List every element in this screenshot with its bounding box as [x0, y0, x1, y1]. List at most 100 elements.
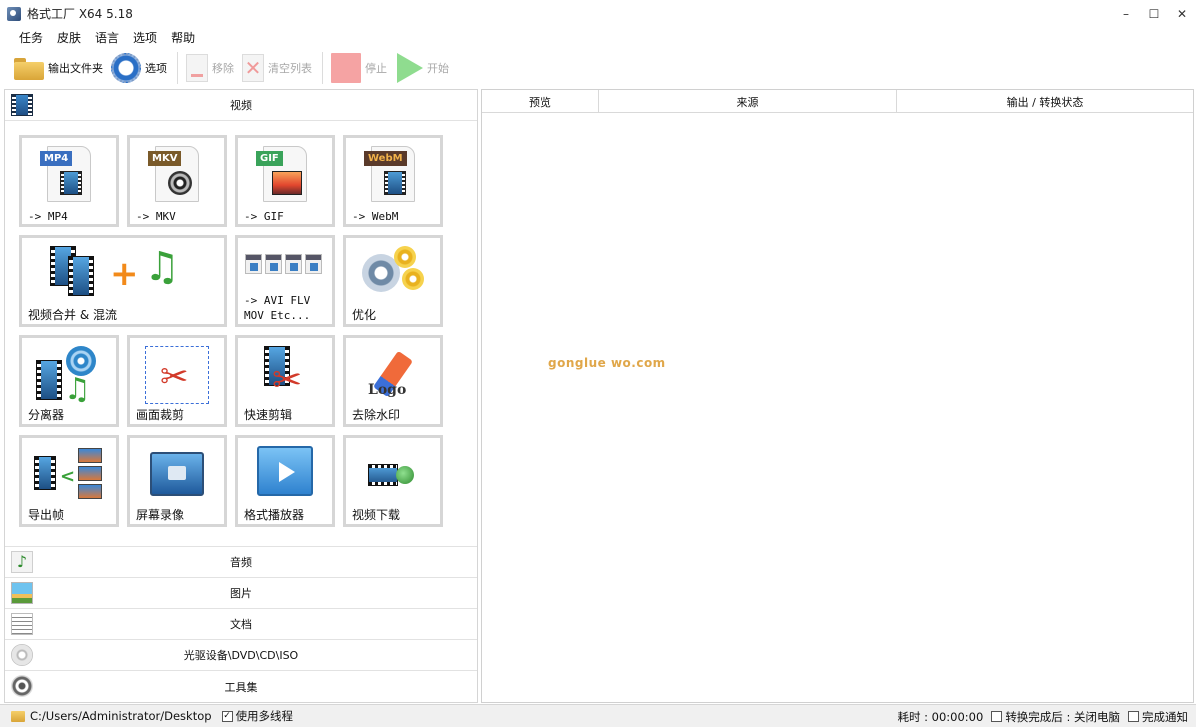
folder-icon[interactable] — [11, 710, 25, 722]
watermark-text: gonglue wo.com — [548, 356, 666, 370]
column-preview[interactable]: 预览 — [482, 90, 599, 113]
menu-options[interactable]: 选项 — [126, 29, 164, 46]
window-controls: – ☐ ✕ — [1112, 0, 1196, 27]
tile-screen-record[interactable]: 屏幕录像 — [127, 435, 227, 527]
menu-task[interactable]: 任务 — [12, 29, 50, 46]
tile-optimize[interactable]: 优化 — [343, 235, 443, 327]
tile-crop[interactable]: ✂ 画面裁剪 — [127, 335, 227, 427]
webm-file-icon: WebM — [364, 146, 415, 202]
logo-text: Logo — [368, 382, 407, 398]
tile-remove-watermark[interactable]: Logo 去除水印 — [343, 335, 443, 427]
task-list-panel[interactable]: 预览 来源 输出 / 转换状态 gonglue wo.com — [481, 89, 1194, 703]
mp4-badge: MP4 — [40, 151, 73, 166]
tile-quick-cut[interactable]: ✂ 快速剪辑 — [235, 335, 335, 427]
category-rom-device[interactable]: 光驱设备\DVD\CD\ISO — [5, 640, 477, 671]
tile-export-frames[interactable]: < 导出帧 — [19, 435, 119, 527]
tile-to-webm[interactable]: WebM -> WebM — [343, 135, 443, 227]
tools-reel-icon — [11, 675, 33, 697]
column-output-status[interactable]: 输出 / 转换状态 — [897, 90, 1193, 113]
category-audio-label: 音频 — [230, 556, 252, 569]
tile-label: 快速剪辑 — [244, 408, 293, 422]
tile-to-mp4[interactable]: MP4 -> MP4 — [19, 135, 119, 227]
category-document[interactable]: 文档 — [5, 609, 477, 640]
menu-language[interactable]: 语言 — [88, 29, 126, 46]
remove-label: 移除 — [212, 62, 234, 75]
formats-strip-icon — [245, 254, 325, 276]
music-note-icon: ♪ — [11, 551, 33, 573]
category-tools[interactable]: 工具集 — [5, 671, 477, 702]
category-image[interactable]: 图片 — [5, 578, 477, 609]
tile-label: 去除水印 — [352, 408, 401, 422]
category-image-label: 图片 — [230, 587, 252, 600]
multithread-checkbox[interactable]: ✓ — [221, 710, 233, 722]
tile-to-avi-flv-mov[interactable]: -> AVI FLV MOV Etc... — [235, 235, 335, 327]
output-path[interactable]: C:/Users/Administrator/Desktop — [30, 709, 212, 723]
tile-splitter[interactable]: ♫ 分离器 — [19, 335, 119, 427]
tile-label: 分离器 — [28, 408, 65, 422]
notify-label: 完成通知 — [1142, 709, 1188, 724]
tile-label: 屏幕录像 — [136, 508, 185, 522]
tile-video-download[interactable]: 视频下载 — [343, 435, 443, 527]
menu-skin[interactable]: 皮肤 — [50, 29, 88, 46]
output-folder-button[interactable]: 输出文件夹 — [14, 50, 103, 86]
webm-badge: WebM — [364, 151, 407, 166]
tile-format-player[interactable]: 格式播放器 — [235, 435, 335, 527]
player-icon — [257, 446, 313, 496]
status-right: 耗时 : 00:00:00 转换完成后 : 关闭电脑 完成通知 — [897, 705, 1196, 727]
menu-help[interactable]: 帮助 — [164, 29, 202, 46]
minimize-button[interactable]: – — [1112, 0, 1140, 27]
disc-icon — [11, 644, 33, 666]
tile-label: 视频下载 — [352, 508, 401, 522]
remove-button[interactable]: 移除 — [186, 50, 234, 86]
toolbar-separator — [322, 52, 323, 84]
category-panel: 视频 MP4 -> MP4 MKV -> MKV GIF -> GIF WebM — [4, 89, 478, 703]
category-video-label: 视频 — [230, 99, 252, 112]
start-button[interactable]: 开始 — [395, 50, 449, 86]
toolbar: 输出文件夹 选项 移除 ✕ 清空列表 停止 开始 — [0, 48, 1196, 88]
tile-label: -> GIF — [244, 210, 284, 223]
tile-to-mkv[interactable]: MKV -> MKV — [127, 135, 227, 227]
tile-label: -> AVI FLV MOV Etc... — [244, 294, 311, 322]
gif-badge: GIF — [256, 151, 283, 166]
remove-icon — [186, 54, 208, 82]
menu-bar: 任务 皮肤 语言 选项 帮助 — [0, 27, 202, 47]
start-label: 开始 — [427, 62, 449, 75]
notify-checkbox[interactable] — [1128, 711, 1139, 722]
status-bar: C:/Users/Administrator/Desktop ✓ 使用多线程 耗… — [0, 704, 1196, 727]
mp4-file-icon: MP4 — [40, 146, 91, 202]
app-icon — [7, 6, 21, 21]
notify-option[interactable]: 完成通知 — [1128, 709, 1188, 725]
tile-label: -> MKV — [136, 210, 176, 223]
multithread-label: 使用多线程 — [235, 709, 294, 723]
stop-button[interactable]: 停止 — [331, 50, 387, 86]
gear-icon — [111, 53, 141, 83]
close-button[interactable]: ✕ — [1168, 0, 1196, 27]
quick-cut-icon: ✂ — [250, 346, 320, 406]
splitter-icon: ♫ — [34, 346, 104, 407]
stop-icon — [331, 53, 361, 83]
mkv-file-icon: MKV — [148, 146, 199, 202]
window-title: 格式工厂 X64 5.18 — [27, 7, 133, 21]
clear-list-button[interactable]: ✕ 清空列表 — [242, 50, 312, 86]
category-document-label: 文档 — [230, 618, 252, 631]
category-video[interactable]: 视频 — [5, 90, 477, 121]
tile-video-merge[interactable]: + ♫ 视频合并 & 混流 — [19, 235, 227, 327]
film-icon — [11, 94, 33, 116]
maximize-button[interactable]: ☐ — [1140, 0, 1168, 27]
shutdown-checkbox[interactable] — [991, 711, 1003, 722]
folder-icon — [14, 56, 44, 80]
category-audio[interactable]: ♪ 音频 — [5, 547, 477, 578]
shutdown-option[interactable]: 转换完成后 : 关闭电脑 — [991, 709, 1120, 725]
video-tools-grid: MP4 -> MP4 MKV -> MKV GIF -> GIF WebM ->… — [5, 121, 477, 547]
task-table-header: 预览 来源 输出 / 转换状态 — [482, 90, 1193, 113]
tile-to-gif[interactable]: GIF -> GIF — [235, 135, 335, 227]
screen-record-icon — [150, 446, 204, 496]
merge-icon: + ♫ — [48, 244, 198, 304]
elapsed-time: 耗时 : 00:00:00 — [897, 709, 984, 724]
picture-icon — [11, 582, 33, 604]
download-icon — [368, 446, 418, 490]
column-source[interactable]: 来源 — [599, 90, 897, 113]
play-icon — [397, 53, 423, 83]
options-button[interactable]: 选项 — [111, 50, 167, 86]
shutdown-label: 转换完成后 : 关闭电脑 — [1005, 709, 1120, 724]
